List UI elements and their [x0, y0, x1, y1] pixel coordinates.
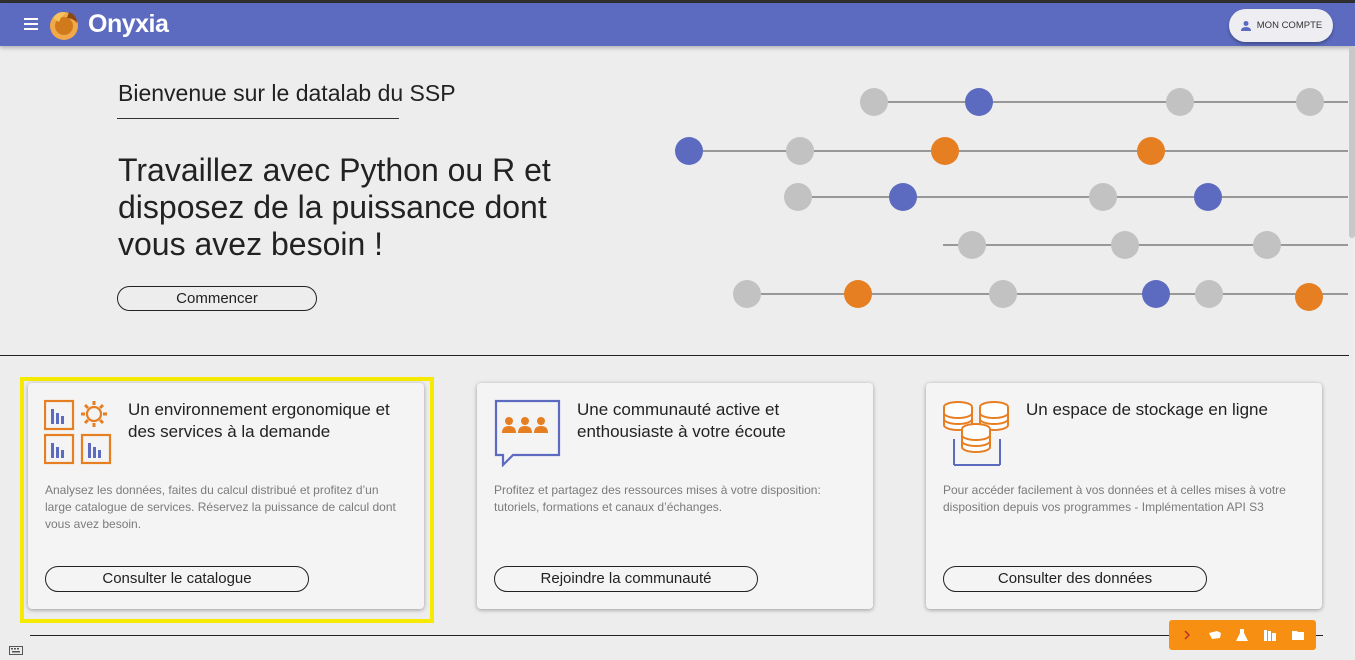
network-illustration: [675, 88, 1348, 311]
toolbar-toggle[interactable]: [1177, 625, 1197, 645]
books-icon: [1264, 630, 1277, 641]
catalog-button[interactable]: Consulter le catalogue: [45, 566, 309, 592]
start-button[interactable]: Commencer: [117, 286, 317, 311]
flask-icon: [1236, 629, 1249, 641]
toolbar-tools[interactable]: [1205, 625, 1225, 645]
services-icon: [44, 399, 112, 465]
toolbar-catalog[interactable]: [1260, 625, 1280, 645]
hero-divider: [117, 118, 399, 119]
card-description: Profitez et partagez des ressources mise…: [494, 483, 821, 514]
card-storage: Un espace de stockage en ligne Pour accé…: [926, 383, 1322, 609]
app-bar: Onyxia MON COMPTE: [0, 3, 1355, 46]
storage-icon: [943, 401, 1009, 466]
account-label: MON COMPTE: [1256, 20, 1323, 31]
toolbar-files[interactable]: [1288, 625, 1308, 645]
community-icon: [494, 399, 561, 467]
toolbar-lab[interactable]: [1232, 625, 1252, 645]
card-title: Un environnement ergonomique et des serv…: [128, 400, 390, 441]
menu-icon[interactable]: [24, 18, 38, 30]
footer-divider: [30, 635, 1323, 636]
user-icon: [1240, 20, 1251, 31]
onyxia-logo[interactable]: [47, 8, 81, 42]
card-title: Une communauté active et enthousiaste à …: [577, 400, 786, 441]
brand-name[interactable]: Onyxia: [88, 10, 169, 39]
community-button[interactable]: Rejoindre la communauté: [494, 566, 758, 592]
card-description: Pour accéder facilement à vos données et…: [943, 483, 1286, 514]
floating-toolbar: [1169, 620, 1316, 650]
keyboard-icon[interactable]: [9, 646, 23, 655]
hero-subtitle: Bienvenue sur le datalab du SSP: [118, 80, 456, 106]
folder-icon: [1292, 631, 1305, 640]
card-community: Une communauté active et enthousiaste à …: [477, 383, 873, 609]
chevron-right-icon: [1184, 630, 1191, 640]
card-title: Un espace de stockage en ligne: [1026, 400, 1268, 419]
account-button[interactable]: MON COMPTE: [1229, 9, 1333, 42]
data-button[interactable]: Consulter des données: [943, 566, 1207, 592]
tools-icon: [1208, 631, 1221, 639]
hero-title: Travaillez avec Python ou R et disposez …: [118, 152, 551, 262]
section-divider: [0, 355, 1349, 356]
card-services: Un environnement ergonomique et des serv…: [28, 383, 424, 609]
card-description: Analysez les données, faites du calcul d…: [45, 483, 396, 531]
